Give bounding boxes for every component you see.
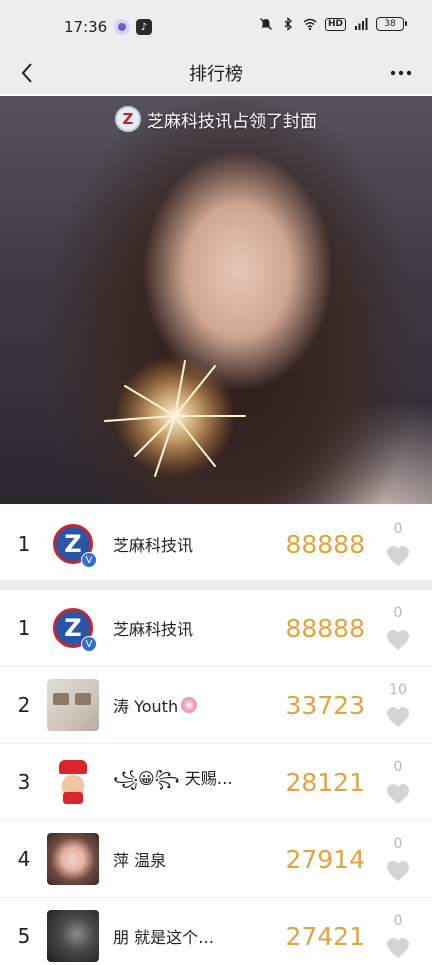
- flower-icon: [181, 697, 198, 713]
- avatar[interactable]: [47, 756, 99, 808]
- status-right: HD 38: [259, 17, 407, 31]
- bluetooth-icon: [284, 17, 292, 31]
- my-rank-row[interactable]: 1 Z V 芝麻科技讯 88888 0: [0, 506, 432, 582]
- heart-icon[interactable]: [386, 937, 410, 959]
- rank-number: 5: [17, 924, 31, 948]
- list-item[interactable]: 5 朋 就是这个… 27421 0: [0, 898, 432, 965]
- status-bar: 17:36 ♪ HD 38: [0, 0, 432, 56]
- user-name: 芝麻科技讯: [113, 620, 194, 639]
- verified-badge-icon: V: [81, 552, 97, 568]
- user-name: 萍 温泉: [113, 851, 167, 870]
- step-count: 88888: [285, 613, 365, 643]
- rank-number: 1: [17, 532, 31, 556]
- hd-badge: HD: [324, 17, 346, 31]
- tiktok-notification-icon: ♪: [136, 19, 152, 35]
- rank-number: 2: [17, 693, 31, 717]
- step-count: 33723: [285, 690, 365, 720]
- like-count: 0: [393, 913, 403, 929]
- like-count: 0: [393, 836, 403, 852]
- user-name: ꧁😀꧂ 天赐…: [113, 769, 233, 788]
- like-count: 10: [389, 682, 407, 698]
- rank-number: 4: [17, 847, 31, 871]
- status-time: 17:36: [64, 18, 108, 36]
- avatar[interactable]: [47, 910, 99, 962]
- heart-icon[interactable]: [386, 545, 410, 567]
- avatar[interactable]: [47, 833, 99, 885]
- list-item[interactable]: 1 Z V 芝麻科技讯 88888 0: [0, 590, 432, 666]
- step-count: 27421: [285, 921, 365, 951]
- user-name: 朋 就是这个…: [113, 928, 215, 947]
- avatar[interactable]: [47, 679, 99, 731]
- battery-indicator: 38: [376, 17, 407, 31]
- rank-number: 3: [17, 770, 31, 794]
- verified-badge-icon: V: [81, 636, 97, 652]
- like-count: 0: [393, 521, 403, 537]
- step-count: 28121: [285, 767, 365, 797]
- mute-bell-icon: [259, 18, 272, 30]
- more-button[interactable]: [388, 58, 414, 88]
- credit-logo-icon: Z: [115, 106, 141, 132]
- like-count: 0: [393, 605, 403, 621]
- rank-number: 1: [17, 616, 31, 640]
- list-item[interactable]: 3 ꧁😀꧂ 天赐… 28121 0: [0, 744, 432, 820]
- heart-icon[interactable]: [386, 783, 410, 805]
- list-item[interactable]: 4 萍 温泉 27914 0: [0, 821, 432, 897]
- step-count: 88888: [285, 529, 365, 559]
- avatar[interactable]: Z V: [47, 602, 99, 654]
- cover-credit: Z 芝麻科技讯占领了封面: [0, 106, 432, 132]
- user-name-text: 涛 Youth: [113, 697, 179, 716]
- signal-icon: [355, 18, 368, 30]
- heart-icon[interactable]: [386, 860, 410, 882]
- more-dots-icon: [390, 70, 412, 76]
- wifi-icon: [303, 18, 317, 31]
- step-count: 27914: [285, 844, 365, 874]
- cover-credit-text: 芝麻科技讯占领了封面: [147, 111, 317, 132]
- sparkler-illustration: [104, 356, 246, 477]
- user-name: 涛 Youth: [113, 667, 198, 743]
- section-divider: [0, 580, 432, 590]
- status-app-icons: ♪: [114, 19, 152, 35]
- heart-icon[interactable]: [386, 706, 410, 728]
- cover-image[interactable]: Z 芝麻科技讯占领了封面: [0, 96, 432, 504]
- page-title: 排行榜: [189, 64, 243, 85]
- user-name: 芝麻科技讯: [113, 536, 194, 555]
- nav-bar: 排行榜: [0, 56, 432, 94]
- list-item[interactable]: 2 涛 Youth 33723 10: [0, 667, 432, 743]
- like-count: 0: [393, 759, 403, 775]
- avatar[interactable]: Z V: [47, 518, 99, 570]
- app-notification-icon: [114, 19, 130, 35]
- heart-icon[interactable]: [386, 629, 410, 651]
